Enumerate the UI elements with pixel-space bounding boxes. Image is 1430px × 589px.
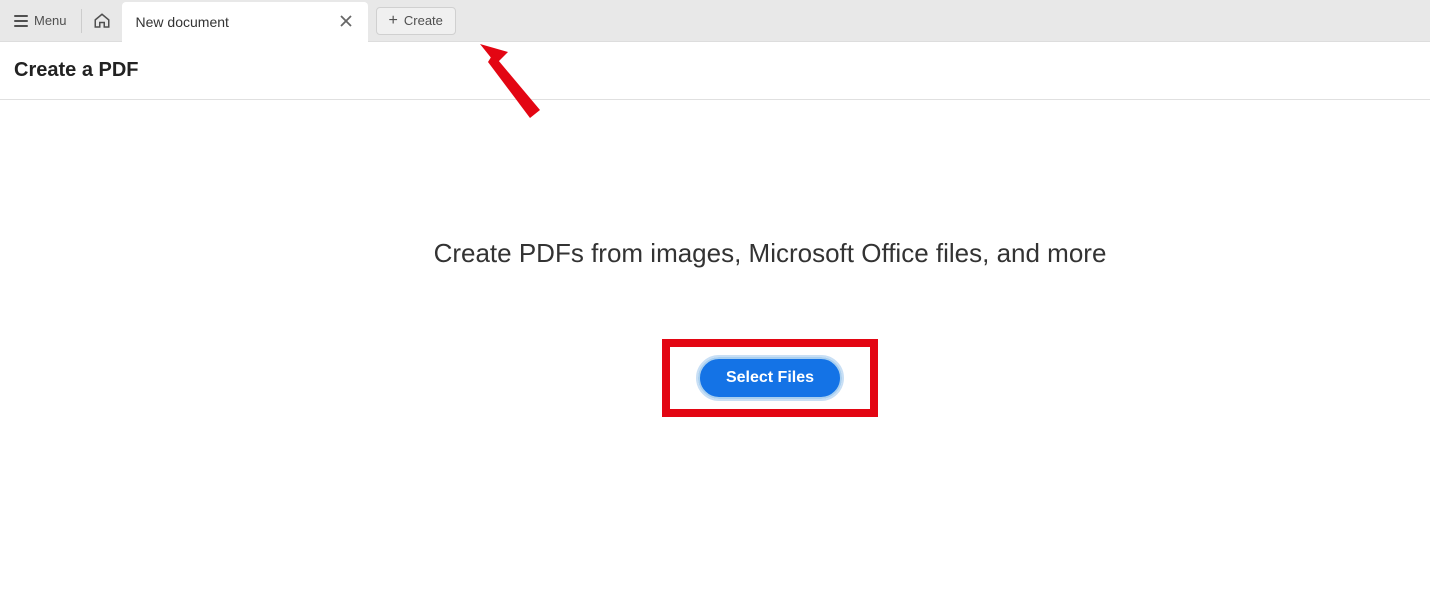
hamburger-icon	[14, 15, 28, 27]
select-files-button[interactable]: Select Files	[698, 357, 842, 399]
header-bar: Create a PDF	[0, 42, 1430, 100]
close-icon[interactable]	[338, 12, 354, 32]
top-bar: Menu New document + Create	[0, 0, 1430, 42]
create-button[interactable]: + Create	[376, 7, 456, 35]
home-button[interactable]	[82, 0, 122, 41]
home-icon	[93, 12, 111, 30]
page-title: Create a PDF	[14, 59, 139, 82]
menu-label: Menu	[34, 13, 67, 28]
plus-icon: +	[389, 13, 398, 29]
highlight-annotation: Select Files	[662, 339, 878, 417]
tab-title: New document	[136, 14, 229, 30]
hero-text: Create PDFs from images, Microsoft Offic…	[0, 238, 1430, 269]
document-tab[interactable]: New document	[122, 2, 368, 42]
menu-button[interactable]: Menu	[0, 0, 81, 41]
content-area: Create PDFs from images, Microsoft Offic…	[0, 100, 1430, 417]
create-label: Create	[404, 13, 443, 28]
